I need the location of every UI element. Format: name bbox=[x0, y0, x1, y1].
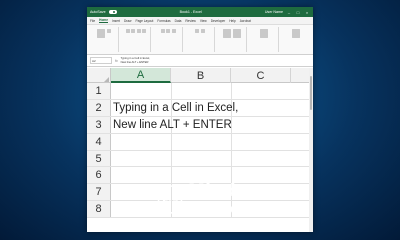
tab-acrobat[interactable]: Acrobat bbox=[240, 19, 251, 23]
align-left-icon[interactable] bbox=[160, 29, 165, 33]
table-row: 2 Typing in a Cell in Excel, bbox=[87, 99, 313, 117]
maximize-icon[interactable]: □ bbox=[295, 10, 301, 15]
bold-icon[interactable] bbox=[125, 29, 130, 33]
autosave-label: AutoSave bbox=[90, 10, 106, 14]
tab-home[interactable]: Home bbox=[99, 18, 108, 23]
table-row: 3 New line ALT + ENTER bbox=[87, 116, 313, 134]
row-cells[interactable]: New line ALT + ENTER bbox=[111, 116, 313, 133]
percent-icon[interactable] bbox=[200, 29, 205, 33]
tab-file[interactable]: File bbox=[90, 19, 95, 23]
cell-a2[interactable]: Typing in a Cell in Excel, bbox=[113, 100, 238, 116]
alignment-group bbox=[154, 27, 183, 52]
ribbon bbox=[87, 25, 313, 55]
minimize-icon[interactable]: – bbox=[286, 10, 292, 15]
title-bar: AutoSave Book1 - Excel User Name – □ × bbox=[87, 7, 313, 17]
number-group bbox=[186, 27, 215, 52]
cut-icon[interactable] bbox=[106, 29, 111, 33]
clipboard-group bbox=[90, 27, 119, 52]
row-cells[interactable]: Typing in a Cell in Excel, bbox=[111, 99, 313, 116]
formula-line-2: New line ALT + ENTER bbox=[120, 60, 149, 64]
insert-cells-icon[interactable] bbox=[260, 29, 268, 38]
column-header-b[interactable]: B bbox=[171, 68, 231, 83]
paste-icon[interactable] bbox=[97, 29, 106, 38]
row-cells[interactable] bbox=[111, 150, 313, 167]
cells-group bbox=[250, 27, 279, 52]
column-header-c[interactable]: C bbox=[231, 68, 291, 83]
wrap-text-icon[interactable] bbox=[171, 29, 176, 33]
tab-developer[interactable]: Developer bbox=[211, 19, 226, 23]
ribbon-tabs: File Home Insert Draw Page Layout Formul… bbox=[87, 17, 313, 25]
window-title: Book1 - Excel bbox=[179, 10, 202, 14]
brand-text: Mind Luster bbox=[188, 182, 250, 218]
scroll-thumb[interactable] bbox=[310, 76, 312, 110]
table-row: 1 bbox=[87, 83, 313, 100]
autosave-toggle[interactable] bbox=[108, 10, 117, 14]
mind-luster-logo: Mind Luster bbox=[156, 182, 250, 218]
font-color-icon[interactable] bbox=[142, 29, 147, 33]
vertical-scrollbar[interactable] bbox=[309, 68, 313, 232]
close-icon[interactable]: × bbox=[304, 10, 310, 15]
brand-line-2: Luster bbox=[188, 199, 251, 219]
underline-icon[interactable] bbox=[136, 29, 141, 33]
name-box[interactable]: A2 bbox=[90, 57, 112, 64]
tab-help[interactable]: Help bbox=[229, 19, 236, 23]
column-header-a[interactable]: A bbox=[111, 68, 171, 83]
tab-view[interactable]: View bbox=[200, 19, 207, 23]
row-header-1[interactable]: 1 bbox=[87, 83, 111, 99]
styles-group bbox=[218, 27, 247, 52]
brain-icon bbox=[157, 185, 183, 214]
formula-input[interactable]: Typing in a Cell in Excel, New line ALT … bbox=[121, 57, 150, 63]
table-row: 4 bbox=[87, 133, 313, 151]
editing-group bbox=[282, 27, 310, 52]
italic-icon[interactable] bbox=[131, 29, 136, 33]
row-cells[interactable] bbox=[111, 133, 313, 150]
tab-insert[interactable]: Insert bbox=[112, 19, 120, 23]
row-header-6[interactable]: 6 bbox=[87, 167, 111, 184]
row-header-2[interactable]: 2 bbox=[87, 99, 111, 116]
row-header-8[interactable]: 8 bbox=[87, 201, 111, 218]
table-row: 5 bbox=[87, 150, 313, 168]
align-center-icon[interactable] bbox=[166, 29, 170, 33]
sort-filter-icon[interactable] bbox=[292, 29, 300, 38]
row-header-5[interactable]: 5 bbox=[87, 150, 111, 167]
row-header-3[interactable]: 3 bbox=[87, 116, 111, 133]
select-all-button[interactable] bbox=[87, 68, 111, 83]
row-cells[interactable] bbox=[111, 83, 313, 99]
tab-page-layout[interactable]: Page Layout bbox=[135, 19, 153, 23]
tab-formulas[interactable]: Formulas bbox=[157, 19, 170, 23]
cell-a3[interactable]: New line ALT + ENTER bbox=[113, 117, 232, 133]
fx-icon[interactable]: fx bbox=[115, 59, 118, 63]
row-header-7[interactable]: 7 bbox=[87, 184, 111, 201]
tab-review[interactable]: Review bbox=[185, 19, 195, 23]
row-header-4[interactable]: 4 bbox=[87, 133, 111, 150]
format-table-icon[interactable] bbox=[232, 29, 241, 38]
tab-draw[interactable]: Draw bbox=[124, 19, 131, 23]
conditional-format-icon[interactable] bbox=[223, 29, 232, 38]
tab-data[interactable]: Data bbox=[175, 19, 182, 23]
brand-line-1: Mind bbox=[188, 181, 236, 201]
column-headers: A B C bbox=[87, 68, 313, 83]
formula-bar: A2 fx Typing in a Cell in Excel, New lin… bbox=[87, 55, 313, 67]
font-group bbox=[122, 27, 151, 52]
currency-icon[interactable] bbox=[195, 29, 200, 33]
user-name[interactable]: User Name bbox=[265, 10, 283, 14]
